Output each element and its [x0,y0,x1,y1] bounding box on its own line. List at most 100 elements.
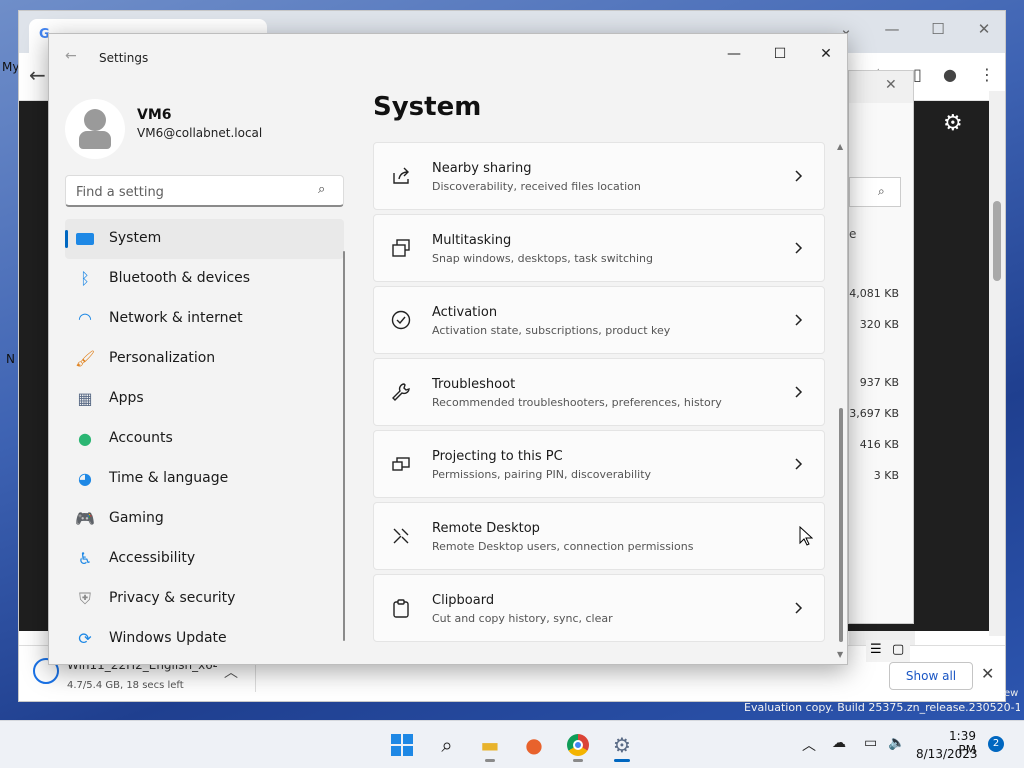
page-scrollbar[interactable] [989,91,1005,636]
cloud-offline-icon[interactable]: ☁ [832,735,846,751]
chrome-minimize-button[interactable]: — [877,17,907,41]
dialog-titlebar: ✕ [849,71,913,103]
card-projecting[interactable]: Projecting to this PC Permissions, pairi… [373,430,825,498]
card-title: Remote Desktop [432,521,540,536]
mouse-cursor-icon [799,526,813,546]
minimize-button[interactable]: — [711,38,757,70]
window-title: Settings [99,51,149,65]
sidebar-item-system[interactable]: System [65,219,344,259]
content-scrollbar[interactable]: ▲ ▼ [835,142,847,664]
sidebar-item-apps[interactable]: ▦ Apps [65,379,344,419]
card-subtitle: Remote Desktop users, connection permiss… [432,540,694,553]
sidebar-item-label: Time & language [109,470,229,486]
sidebar-item-bluetooth[interactable]: ᛒ Bluetooth & devices [65,259,344,299]
sidebar-item-label: Privacy & security [109,590,236,606]
card-nearby-sharing[interactable]: Nearby sharing Discoverability, received… [373,142,825,210]
menu-icon[interactable]: ⋮ [979,65,995,84]
sidebar-scrollbar[interactable] [343,251,345,641]
share-icon [393,167,409,184]
chrome-close-button[interactable]: ✕ [969,17,999,41]
shield-icon: ⛨ [78,589,91,608]
card-clipboard[interactable]: Clipboard Cut and copy history, sync, cl… [373,574,825,642]
wrench-icon [392,383,410,401]
avatar[interactable] [65,99,125,159]
search-icon[interactable]: ⌕ [318,182,325,197]
scroll-down-icon[interactable]: ▼ [837,650,843,659]
settings-button[interactable]: ⚙ [604,727,640,763]
tiles-view-icon[interactable]: ▢ [892,642,904,657]
file-explorer-icon: ▬ [480,733,500,757]
scrollbar-thumb[interactable] [993,201,1001,281]
running-indicator [485,759,495,762]
profile-icon[interactable]: ● [943,65,957,84]
bluetooth-icon: ᛒ [80,269,90,288]
details-view-icon[interactable]: ☰ [870,642,882,657]
sidebar-item-personalization[interactable]: 🖌 Personalization [65,339,344,379]
maximize-button[interactable]: ☐ [757,38,803,70]
view-toggle[interactable]: ☰ ▢ [866,640,910,662]
file-dialog-window: ✕ ⌕ e 4,081 KB 320 KB 937 KB 3,697 KB 41… [848,70,915,645]
desktop-icon-label[interactable]: N [6,352,15,366]
card-multitasking[interactable]: Multitasking Snap windows, desktops, tas… [373,214,825,282]
network-icon[interactable]: ▭ [864,735,877,751]
chrome-maximize-button[interactable]: ☐ [923,17,953,41]
sidebar-item-gaming[interactable]: 🎮 Gaming [65,499,344,539]
avatar-body [79,131,111,149]
sidebar-item-network[interactable]: ◠ Network & internet [65,299,344,339]
sidebar-item-label: Windows Update [109,630,227,646]
sidebar-item-label: Apps [109,390,144,406]
dialog-search-box[interactable]: ⌕ [849,177,901,207]
download-status: 4.7/5.4 GB, 18 secs left [67,680,184,691]
card-title: Clipboard [432,593,495,608]
sidebar-item-label: Gaming [109,510,164,526]
scrollbar-thumb[interactable] [839,408,843,642]
card-subtitle: Cut and copy history, sync, clear [432,612,613,625]
card-remote-desktop[interactable]: Remote Desktop Remote Desktop users, con… [373,502,825,570]
file-explorer-button[interactable]: ▬ [472,727,508,763]
card-activation[interactable]: Activation Activation state, subscriptio… [373,286,825,354]
checkmark-circle-icon [391,310,411,330]
sidebar-item-label: Accounts [109,430,173,446]
card-subtitle: Activation state, subscriptions, product… [432,324,671,337]
start-button[interactable] [384,727,420,763]
search-box[interactable]: ⌕ [65,175,344,207]
sidebar-item-label: Bluetooth & devices [109,270,251,286]
update-icon: ⟳ [78,629,92,648]
chevron-up-icon[interactable]: ︿ [802,735,816,755]
notification-badge[interactable]: 2 [988,736,1004,752]
search-input[interactable] [76,182,306,202]
card-troubleshoot[interactable]: Troubleshoot Recommended troubleshooters… [373,358,825,426]
chevron-right-icon [795,170,803,182]
chrome-button[interactable] [560,727,596,763]
sidebar-item-accessibility[interactable]: ♿ Accessibility [65,539,344,579]
file-size: 937 KB [859,376,899,389]
sidebar-item-label: System [109,230,162,246]
sidebar-item-label: Personalization [109,350,216,366]
close-icon[interactable]: ✕ [981,664,994,683]
back-arrow-icon[interactable]: ← [65,48,77,64]
desktop-icon-label[interactable]: My [2,60,19,74]
back-arrow-icon[interactable]: ← [29,63,46,87]
clock-date[interactable]: 8/13/2023 [916,747,978,761]
gear-icon[interactable]: ⚙ [943,111,963,136]
firefox-button[interactable]: ● [516,727,552,763]
card-title: Nearby sharing [432,161,532,176]
sidebar-icon[interactable]: ▯ [913,65,922,84]
close-icon[interactable]: ✕ [885,77,897,93]
card-subtitle: Discoverability, received files location [432,180,641,193]
file-size: 3 KB [873,469,899,482]
globe-clock-icon: ◕ [78,469,92,488]
scroll-up-icon[interactable]: ▲ [837,142,843,151]
card-subtitle: Permissions, pairing PIN, discoverabilit… [432,468,652,481]
search-button[interactable]: ⌕ [429,727,465,763]
sidebar-item-privacy[interactable]: ⛨ Privacy & security [65,579,344,619]
volume-icon[interactable]: 🔈 [888,735,905,751]
sidebar-item-time-language[interactable]: ◕ Time & language [65,459,344,499]
wifi-icon: ◠ [78,309,92,328]
sidebar-item-windows-update[interactable]: ⟳ Windows Update [65,619,344,659]
chevron-up-icon[interactable]: ︿ [224,662,238,682]
chevron-right-icon [795,314,803,326]
show-all-button[interactable]: Show all [889,662,973,690]
sidebar-item-accounts[interactable]: ● Accounts [65,419,344,459]
close-button[interactable]: ✕ [803,38,849,70]
